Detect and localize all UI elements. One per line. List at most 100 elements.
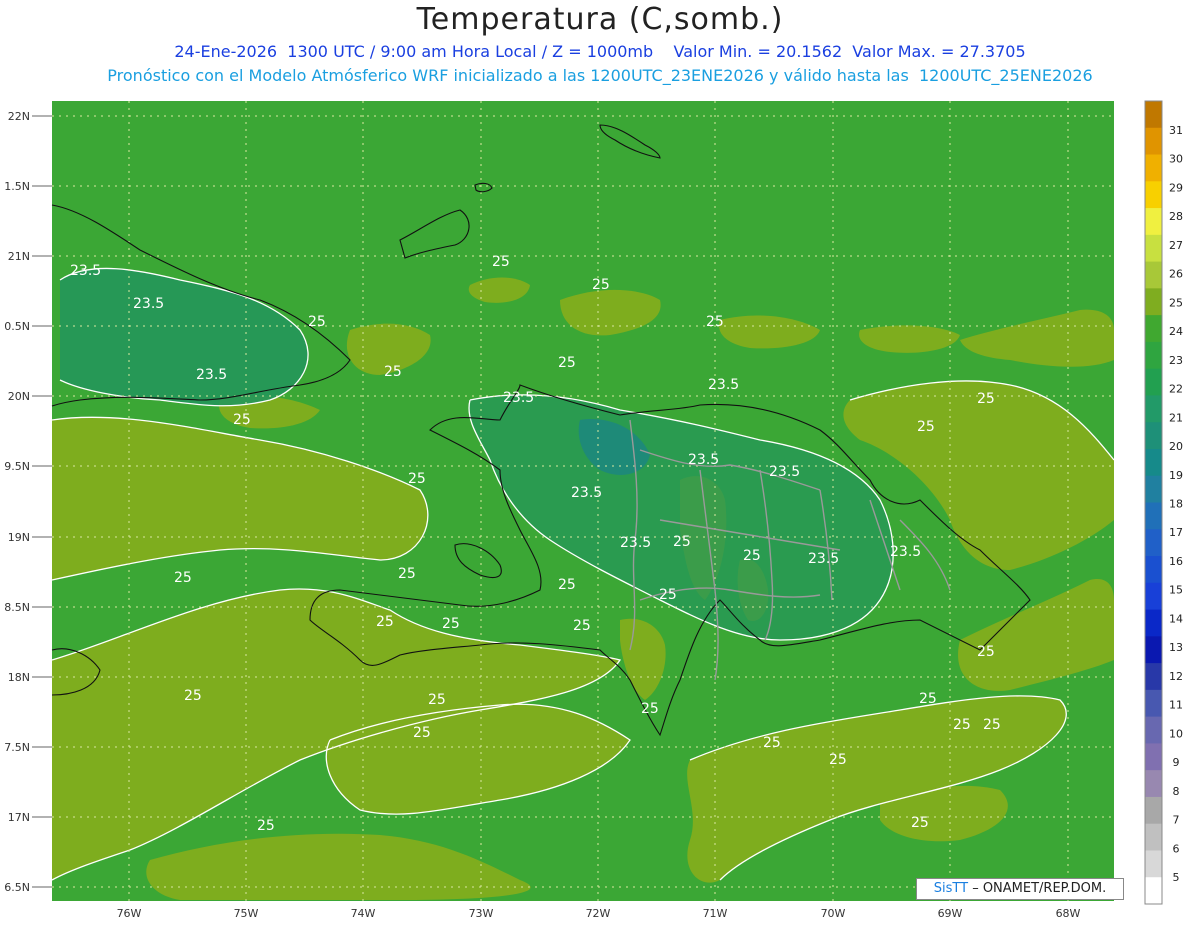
sispi-brand: SisTT: [933, 881, 969, 896]
colorbar-swatch: [1145, 181, 1162, 209]
contour-label: 25: [573, 618, 591, 634]
lat-label: 21N: [8, 250, 30, 263]
colorbar-swatch: [1145, 582, 1162, 611]
lat-label: 6.5N: [4, 881, 30, 894]
contour-label: 23.5: [688, 452, 719, 468]
contour-label: 25: [983, 717, 1001, 733]
contour-label: 25: [233, 412, 251, 428]
colorbar-label: 25: [1169, 296, 1183, 309]
colorbar-swatch: [1145, 395, 1162, 423]
contour-label: 25: [184, 688, 202, 704]
colorbar-swatch: [1145, 101, 1162, 129]
colorbar-label: 13: [1169, 641, 1183, 654]
colorbar-swatch: [1145, 502, 1162, 530]
colorbar-swatch: [1145, 556, 1162, 584]
colorbar-label: 11: [1169, 699, 1183, 712]
colorbar-label: 14: [1169, 612, 1183, 625]
colorbar-label: 9: [1173, 756, 1180, 769]
contour-label: 25: [442, 616, 460, 632]
colorbar-swatch: [1145, 877, 1162, 905]
colorbar-swatch: [1145, 716, 1162, 744]
colorbar-swatch: [1145, 663, 1162, 691]
lat-label: 9.5N: [4, 460, 30, 473]
colorbar-swatch: [1145, 743, 1162, 771]
colorbar-swatch: [1145, 448, 1162, 477]
colorbar-label: 29: [1169, 182, 1183, 195]
colorbar-swatch: [1145, 261, 1162, 289]
credit-box: SisTT – ONAMET/REP.DOM.: [916, 878, 1124, 900]
colorbar-label: 27: [1169, 239, 1183, 252]
contour-label: 25: [953, 717, 971, 733]
colorbar-swatch: [1145, 368, 1162, 396]
colorbar-swatch: [1145, 823, 1162, 851]
contour-label: 25: [763, 735, 781, 751]
latitude-ticks: [32, 115, 52, 888]
colorbar-swatch: [1145, 636, 1162, 664]
contour-label: 25: [592, 277, 610, 293]
colorbar-label: 16: [1169, 555, 1183, 568]
lat-label: 18N: [8, 671, 30, 684]
colorbar-label: 24: [1169, 325, 1183, 338]
colorbar-swatch: [1145, 315, 1162, 343]
contour-label: 25: [174, 570, 192, 586]
colorbar-label: 18: [1169, 498, 1183, 511]
contour-label: 25: [413, 725, 431, 741]
contour-label: 25: [641, 701, 659, 717]
contour-label: 25: [492, 254, 510, 270]
colorbar-swatch: [1145, 689, 1162, 718]
contour-label: 23.5: [571, 485, 602, 501]
lon-label: 74W: [351, 907, 376, 920]
contour-label: 23.5: [620, 535, 651, 551]
colorbar-label: 23: [1169, 354, 1183, 367]
colorbar-label: 5: [1173, 871, 1180, 884]
colorbar-swatch: [1145, 234, 1162, 263]
colorbar-label: 8: [1173, 785, 1180, 798]
colorbar-label: 12: [1169, 670, 1183, 683]
colorbar-swatch: [1145, 850, 1162, 878]
contour-label: 25: [659, 587, 677, 603]
lat-label: 17N: [8, 811, 30, 824]
colorbar-label: 10: [1169, 727, 1183, 740]
contour-label: 25: [911, 815, 929, 831]
contour-label: 25: [673, 534, 691, 550]
colorbar-label: 26: [1169, 268, 1183, 281]
lon-label: 70W: [821, 907, 846, 920]
lon-label: 73W: [469, 907, 494, 920]
lon-label: 68W: [1056, 907, 1081, 920]
colorbar-label: 22: [1169, 383, 1183, 396]
lon-label: 69W: [938, 907, 963, 920]
colorbar-swatch: [1145, 529, 1162, 557]
latitude-labels: 22N 1.5N 21N 0.5N 20N 9.5N 19N 8.5N 18N …: [4, 110, 30, 894]
contour-label: 23.5: [133, 296, 164, 312]
lat-label: 7.5N: [4, 741, 30, 754]
lon-label: 71W: [703, 907, 728, 920]
contour-label: 25: [257, 818, 275, 834]
colorbar-swatch: [1145, 475, 1162, 503]
temperature-map: 22N 1.5N 21N 0.5N 20N 9.5N 19N 8.5N 18N …: [4, 100, 1183, 920]
contour-label: 25: [558, 577, 576, 593]
contour-label: 23.5: [808, 551, 839, 567]
lon-label: 76W: [117, 907, 142, 920]
lat-label: 0.5N: [4, 320, 30, 333]
contour-label: 25: [398, 566, 416, 582]
credit-text: – ONAMET/REP.DOM.: [968, 881, 1107, 896]
colorbar-swatch: [1145, 422, 1162, 450]
contour-label: 25: [558, 355, 576, 371]
contour-label: 23.5: [70, 263, 101, 279]
contour-label: 23.5: [503, 390, 534, 406]
colorbar-swatch: [1145, 341, 1162, 370]
lat-label: 8.5N: [4, 601, 30, 614]
colorbar-label: 17: [1169, 526, 1183, 539]
contour-label: 25: [917, 419, 935, 435]
contour-label: 25: [308, 314, 326, 330]
contour-label: 23.5: [708, 377, 739, 393]
colorbar-swatch: [1145, 609, 1162, 637]
colorbar-label: 7: [1173, 814, 1180, 827]
colorbar-label: 31: [1169, 124, 1183, 137]
colorbar-swatch: [1145, 770, 1162, 798]
contour-label: 25: [977, 391, 995, 407]
contour-label: 25: [384, 364, 402, 380]
colorbar-swatch: [1145, 796, 1162, 825]
contour-label: 25: [376, 614, 394, 630]
contour-label: 25: [977, 644, 995, 660]
